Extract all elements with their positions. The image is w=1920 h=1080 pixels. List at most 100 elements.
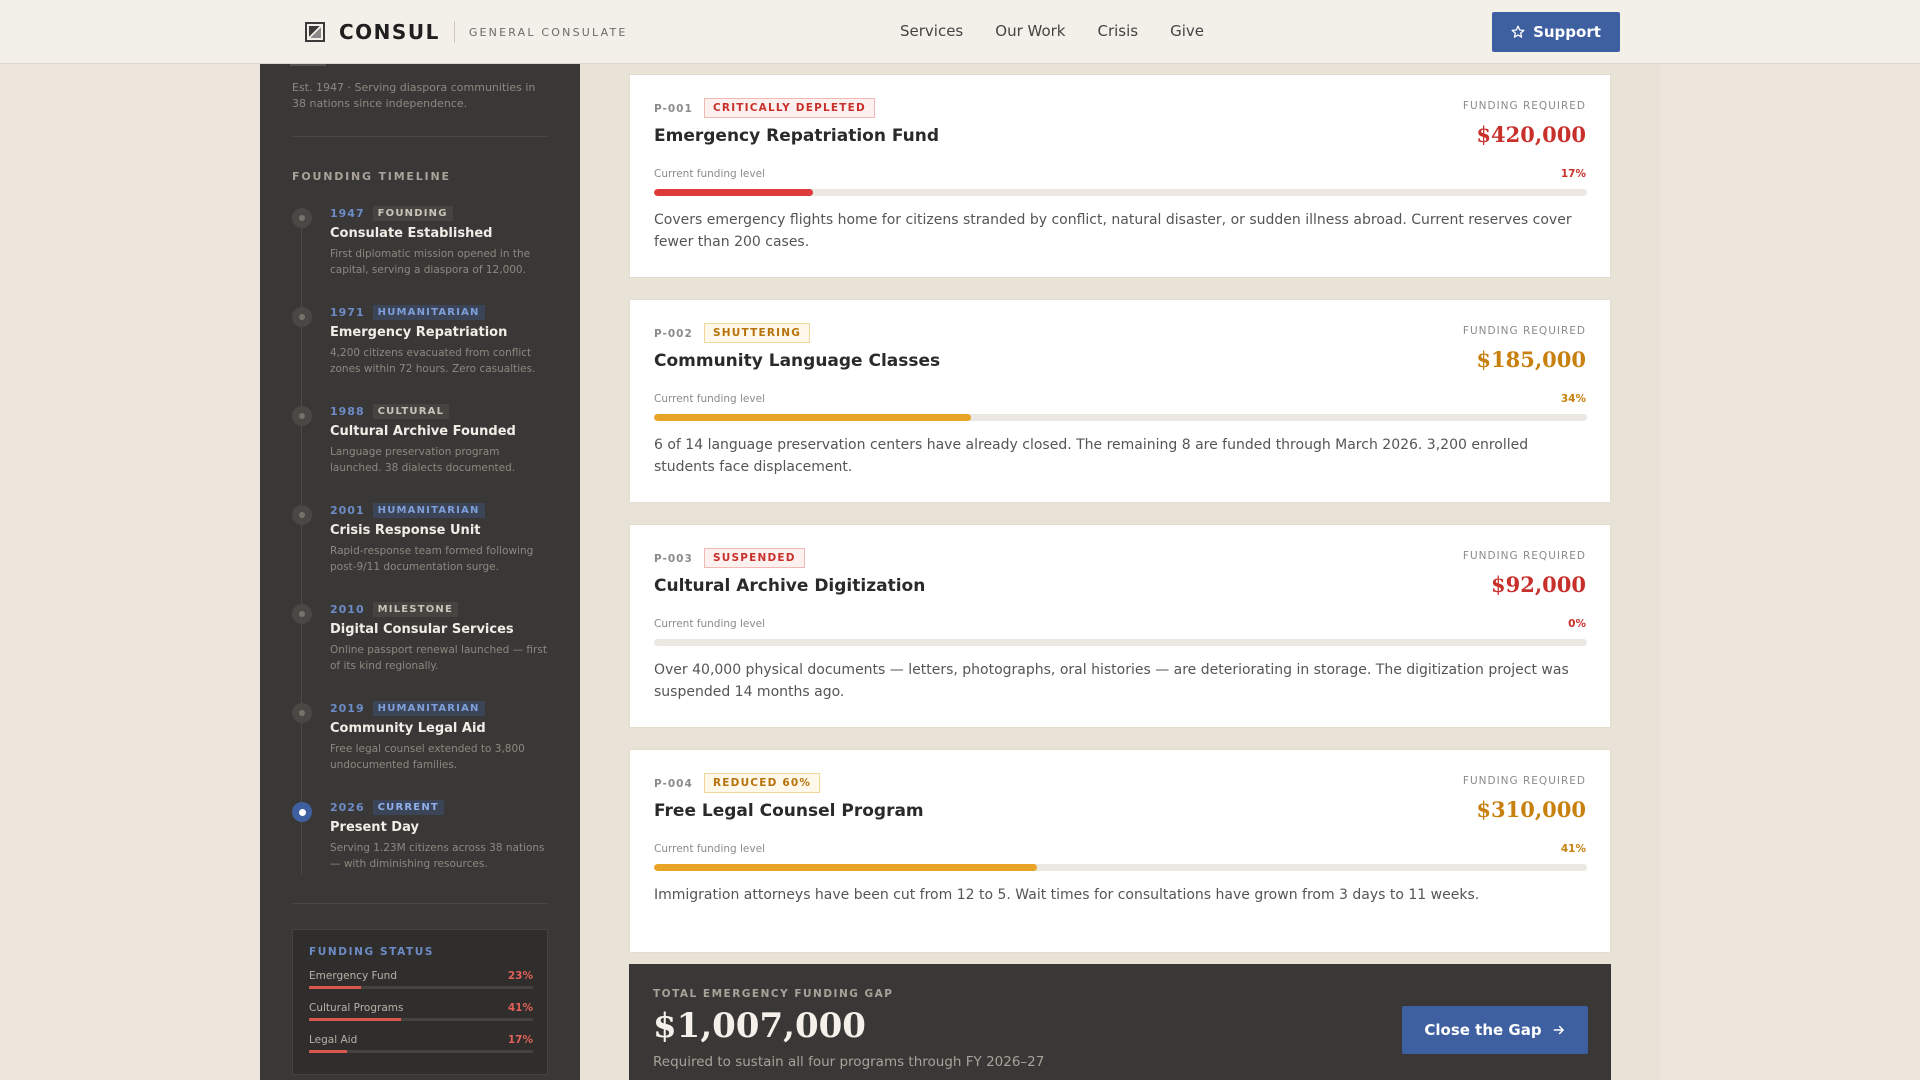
timeline-year: 1971	[330, 306, 365, 319]
funding-level-label: Current funding level	[654, 843, 765, 855]
support-label: Support	[1533, 23, 1601, 41]
nav-services[interactable]: Services	[900, 22, 963, 40]
funding-label: Emergency Fund	[309, 970, 397, 982]
timeline-year: 2010	[330, 603, 365, 616]
progress-track	[654, 414, 1587, 421]
timeline-item[interactable]: 2001 HUMANITARIAN Crisis Response Unit Ra…	[292, 503, 552, 602]
status-badge: SHUTTERING	[704, 323, 811, 343]
timeline-title: Consulate Established	[330, 226, 493, 241]
timeline-title: Crisis Response Unit	[330, 523, 481, 538]
logo-divider	[453, 21, 455, 43]
logo-name: CONSUL	[339, 20, 440, 44]
timeline-desc: Online passport renewal launched — first…	[330, 644, 547, 672]
funding-required-label: FUNDING REQUIRED	[1462, 325, 1586, 337]
timeline-item[interactable]: 2019 HUMANITARIAN Community Legal Aid Fre…	[292, 701, 552, 800]
nav-give[interactable]: Give	[1170, 22, 1204, 40]
funding-label: Legal Aid	[309, 1034, 358, 1046]
program-description: Immigration attorneys have been cut from…	[654, 887, 1480, 903]
program-code: P-001	[654, 103, 693, 115]
program-description: 6 of 14 language preservation centers ha…	[654, 437, 1529, 475]
funding-bar-fill	[309, 1018, 401, 1021]
funding-bar-fill	[309, 1050, 348, 1053]
timeline-dot-icon	[292, 505, 312, 525]
funding-gap-amount: $1,007,000	[653, 1006, 866, 1046]
program-code: P-004	[654, 778, 693, 790]
program-title: Community Language Classes	[654, 351, 941, 371]
status-badge: REDUCED 60%	[704, 773, 821, 793]
funding-required-label: FUNDING REQUIRED	[1462, 100, 1586, 112]
status-badge: CRITICALLY DEPLETED	[704, 98, 875, 118]
timeline-dot-icon	[292, 406, 312, 426]
timeline-tag: CULTURAL	[372, 404, 450, 419]
timeline-item-current[interactable]: 2026 CURRENT Present Day Serving 1.23M ci…	[292, 800, 552, 899]
funding-level-percent: 17%	[1560, 168, 1586, 180]
close-the-gap-button[interactable]: Close the Gap	[1402, 1006, 1588, 1054]
timeline-dot-icon	[292, 307, 312, 327]
timeline-item[interactable]: 1971 HUMANITARIAN Emergency Repatriation …	[292, 305, 552, 404]
timeline-title: Community Legal Aid	[330, 721, 486, 736]
timeline-heading: FOUNDING TIMELINE	[292, 170, 451, 183]
timeline-desc: Serving 1.23M citizens across 38 nations…	[330, 842, 545, 870]
funding-row: Cultural Programs 41%	[309, 1002, 533, 1032]
program-title: Emergency Repatriation Fund	[654, 126, 939, 146]
timeline-year: 1947	[330, 207, 365, 220]
timeline-tag: HUMANITARIAN	[372, 305, 485, 320]
timeline-desc: Free legal counsel extended to 3,800 und…	[330, 743, 525, 771]
timeline-desc: First diplomatic mission opened in the c…	[330, 248, 531, 276]
program-code: P-002	[654, 328, 693, 340]
timeline-tag: HUMANITARIAN	[372, 503, 485, 518]
funding-level-percent: 0%	[1568, 618, 1586, 630]
arrow-right-icon	[1553, 1025, 1564, 1035]
timeline-desc: 4,200 citizens evacuated from conflict z…	[330, 347, 536, 375]
timeline-dot-icon	[292, 208, 312, 228]
timeline-tag: FOUNDING	[372, 206, 453, 221]
divider	[292, 136, 548, 137]
established-note: Est. 1947 · Serving diaspora communities…	[292, 81, 536, 110]
timeline-title: Digital Consular Services	[330, 622, 514, 637]
program-card[interactable]: P-001 CRITICALLY DEPLETED Emergency Repa…	[629, 74, 1611, 278]
funding-level-label: Current funding level	[654, 168, 765, 180]
support-button[interactable]: Support	[1492, 12, 1620, 52]
timeline-dot-icon	[292, 604, 312, 624]
program-description: Covers emergency flights home for citize…	[654, 212, 1572, 250]
progress-track	[654, 639, 1587, 646]
funding-label: Cultural Programs	[309, 1002, 404, 1014]
funding-status-heading: FUNDING STATUS	[309, 946, 435, 958]
program-description: Over 40,000 physical documents — letters…	[654, 662, 1569, 700]
timeline-tag: CURRENT	[372, 800, 444, 815]
timeline-item[interactable]: 1988 CULTURAL Cultural Archive Founded La…	[292, 404, 552, 503]
nav-our-work[interactable]: Our Work	[995, 22, 1065, 40]
funding-row: Emergency Fund 23%	[309, 970, 533, 1000]
nav-crisis[interactable]: Crisis	[1098, 22, 1139, 40]
timeline-item[interactable]: 1947 FOUNDING Consulate Established First…	[292, 206, 552, 305]
timeline-tag: HUMANITARIAN	[372, 701, 485, 716]
timeline-year: 2001	[330, 504, 365, 517]
funding-level-percent: 34%	[1560, 393, 1586, 405]
funding-required-amount: $310,000	[1476, 797, 1586, 822]
progress-fill	[654, 864, 1037, 871]
timeline-year: 2026	[330, 801, 365, 814]
timeline-title: Emergency Repatriation	[330, 325, 508, 340]
funding-percent: 41%	[507, 1002, 533, 1014]
funding-percent: 23%	[507, 970, 533, 982]
program-title: Cultural Archive Digitization	[654, 576, 926, 596]
logo-subtitle: GENERAL CONSULATE	[468, 25, 628, 39]
timeline-year: 1988	[330, 405, 365, 418]
timeline-year: 2019	[330, 702, 365, 715]
timeline-dot-icon	[292, 703, 312, 723]
funding-level-label: Current funding level	[654, 618, 765, 630]
main-nav: Services Our Work Crisis Give	[900, 22, 1204, 40]
funding-level-percent: 41%	[1560, 843, 1586, 855]
program-card[interactable]: P-003 SUSPENDED Cultural Archive Digitiz…	[629, 524, 1611, 728]
funding-required-amount: $185,000	[1476, 347, 1586, 372]
funding-required-amount: $92,000	[1491, 572, 1586, 597]
status-badge: SUSPENDED	[704, 548, 805, 568]
timeline-item[interactable]: 2010 MILESTONE Digital Consular Services …	[292, 602, 552, 701]
close-the-gap-label: Close the Gap	[1424, 1021, 1542, 1039]
program-card[interactable]: P-004 REDUCED 60% Free Legal Counsel Pro…	[629, 749, 1611, 953]
funding-percent: 17%	[507, 1034, 533, 1046]
program-card[interactable]: P-002 SHUTTERING Community Language Clas…	[629, 299, 1611, 503]
logo[interactable]: CONSUL GENERAL CONSULATE	[305, 20, 628, 44]
timeline-title: Cultural Archive Founded	[330, 424, 516, 439]
funding-gap-subtitle: Required to sustain all four programs th…	[653, 1054, 1045, 1070]
